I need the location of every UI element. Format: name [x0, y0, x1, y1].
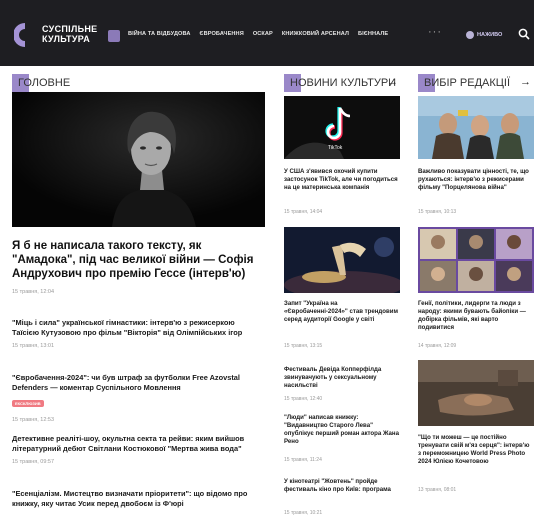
news-title: "Євробачення-2024": чи був штраф за футб… — [12, 373, 240, 392]
editors-time: 14 травня, 12:09 — [418, 343, 457, 349]
culture-news-time: 15 травня, 12:40 — [284, 396, 323, 402]
culture-news-time: 15 травня, 11:24 — [284, 457, 322, 463]
biopics-collage — [418, 227, 534, 293]
eurovision-news-image[interactable] — [284, 227, 400, 293]
editors-image-2[interactable] — [418, 227, 534, 293]
editors-title[interactable]: Важливо показувати цінності, те, що руха… — [418, 168, 534, 192]
logo-line-1: СУСПІЛЬНЕ — [42, 24, 98, 34]
main-nav: ВІЙНА ТА ВІДБУДОВА ЄВРОБАЧЕННЯ ОСКАР КНИ… — [128, 31, 388, 37]
section-news-header[interactable]: НОВИНИ КУЛЬТУРИ — [284, 74, 396, 92]
section-title-news: НОВИНИ КУЛЬТУРИ — [290, 77, 397, 89]
menu-square-icon[interactable] — [108, 30, 120, 42]
culture-news-time: 15 травня, 14:04 — [284, 209, 323, 215]
live-button[interactable]: НАЖИВО — [466, 31, 502, 39]
exclusive-badge: ЕКСКЛЮЗИВ — [12, 400, 44, 407]
news-title: "Міць і сила" української гімнастики: ін… — [12, 318, 243, 337]
search-icon[interactable] — [518, 28, 530, 40]
news-item[interactable]: "Есенціалізм. Мистецтво визначати пріори… — [12, 489, 262, 508]
section-main-header: ГОЛОВНЕ — [12, 74, 70, 92]
logo-icon[interactable] — [14, 22, 36, 48]
nav-item-oscar[interactable]: ОСКАР — [253, 31, 273, 37]
news-title: Детективне реаліті-шоу, окультна секта т… — [12, 434, 245, 453]
news-time: 15 травня, 13:01 — [12, 343, 55, 349]
editors-arrow-icon[interactable]: → — [520, 76, 531, 88]
editors-time: 13 травня, 08:01 — [418, 487, 457, 493]
directors-photo — [418, 96, 534, 159]
nav-item-war[interactable]: ВІЙНА ТА ВІДБУДОВА — [128, 31, 191, 37]
editors-title[interactable]: Генії, політики, лидерги та люди з народ… — [418, 300, 534, 332]
culture-news-title[interactable]: "Люди" написав книжку: "Видавництво Стар… — [284, 414, 400, 446]
news-item[interactable]: Детективне реаліті-шоу, окультна секта т… — [12, 434, 262, 465]
war-photo — [418, 360, 534, 426]
culture-news-title[interactable]: Запит "Україна на «Євробаченні-2024»" ст… — [284, 300, 400, 324]
news-item[interactable]: "Євробачення-2024": чи був штраф за футб… — [12, 373, 262, 423]
main-headline-time: 15 травня, 12:04 — [12, 289, 55, 295]
live-label: НАЖИВО — [477, 32, 503, 38]
section-title-editors: ВИБІР РЕДАКЦІЇ — [424, 77, 511, 89]
tiktok-label: TikTok — [328, 145, 343, 151]
tiktok-news-image[interactable]: TikTok — [284, 96, 400, 159]
nav-item-eurovision[interactable]: ЄВРОБАЧЕННЯ — [200, 31, 244, 37]
site-header: СУСПІЛЬНЕ КУЛЬТУРА ВІЙНА ТА ВІДБУДОВА ЄВ… — [0, 0, 534, 66]
editors-image-1[interactable] — [418, 96, 534, 159]
more-menu-button[interactable]: ··· — [428, 26, 442, 38]
editors-image-3[interactable] — [418, 360, 534, 426]
culture-news-time: 15 травня, 10:21 — [284, 510, 323, 516]
live-dot-icon — [466, 31, 474, 39]
culture-news-time: 15 травня, 13:15 — [284, 343, 323, 349]
tiktok-photo: TikTok — [284, 96, 400, 159]
site-logo-text[interactable]: СУСПІЛЬНЕ КУЛЬТУРА — [42, 24, 97, 44]
culture-news-title[interactable]: Фестиваль Девіда Копперфілда звинувачуют… — [284, 366, 400, 390]
hero-image[interactable] — [12, 92, 265, 227]
nav-item-book-arsenal[interactable]: КНИЖКОВИЙ АРСЕНАЛ — [282, 31, 349, 37]
news-time: 15 травня, 12:53 — [12, 417, 55, 423]
editors-title[interactable]: "Що ти можеш — це постійно тренувати сві… — [418, 434, 534, 466]
logo-line-2: КУЛЬТУРА — [42, 34, 91, 44]
culture-news-title[interactable]: У кінотеатрі "Жовтень" пройде фестиваль … — [284, 478, 400, 494]
news-item[interactable]: "Міць і сила" української гімнастики: ін… — [12, 318, 262, 349]
editors-time: 15 травня, 10:13 — [418, 209, 457, 215]
news-time: 15 травня, 09:57 — [12, 459, 55, 465]
section-title-main: ГОЛОВНЕ — [18, 77, 71, 89]
section-editors-header[interactable]: ВИБІР РЕДАКЦІЇ — [418, 74, 510, 92]
nav-item-biennale[interactable]: БІЄННАЛЕ — [358, 31, 388, 37]
eurovision-photo — [284, 227, 400, 293]
portrait-photo — [12, 92, 265, 227]
news-title: "Есенціалізм. Мистецтво визначати пріори… — [12, 489, 248, 508]
news-arrow-icon[interactable]: → — [387, 76, 398, 88]
main-headline[interactable]: Я б не написала такого тексту, як "Амадо… — [12, 239, 267, 281]
culture-news-title[interactable]: У США з'явився охочий купити застосунок … — [284, 168, 400, 192]
